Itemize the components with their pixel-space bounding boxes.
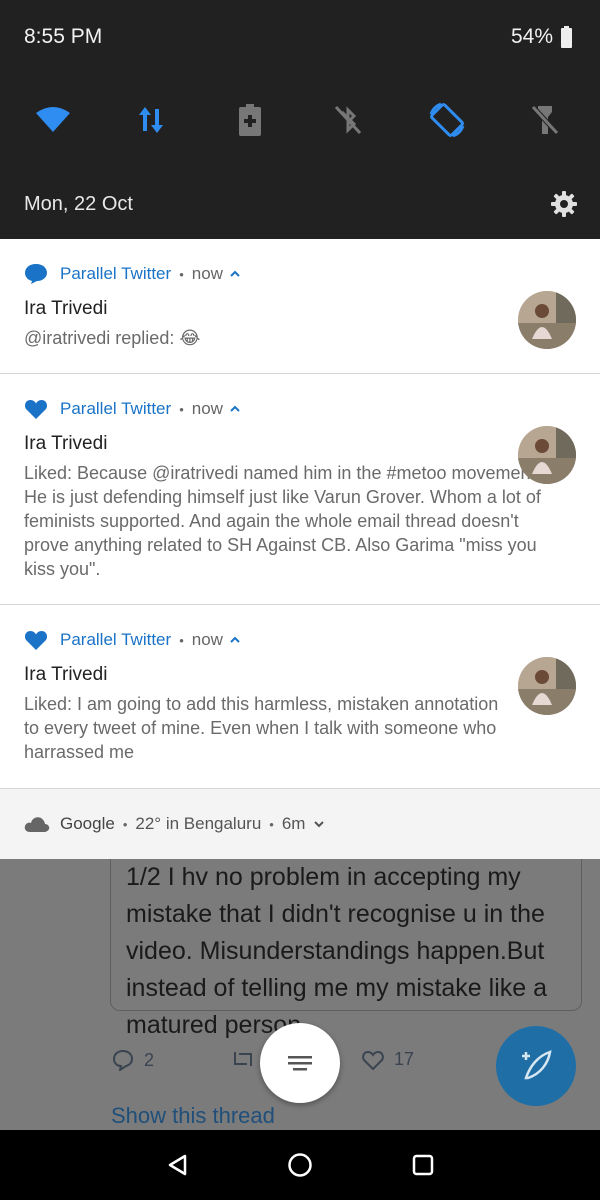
avatar [518, 657, 576, 715]
notification-title: Ira Trivedi [24, 298, 108, 319]
timeline-menu-button[interactable] [260, 1023, 340, 1103]
reply-button[interactable]: 2 [112, 1049, 154, 1071]
back-triangle-icon [168, 1154, 187, 1176]
google-app-name: Google [60, 814, 115, 833]
quick-settings-shade: 8:55 PM 54% Mon, 22 Oct [0, 0, 600, 239]
status-battery: 54% [511, 25, 572, 49]
heart-icon [24, 631, 48, 650]
notification-card[interactable]: Parallel Twitter • now Ira Trivedi @irat… [0, 239, 600, 374]
separator-dot: • [122, 816, 128, 832]
retweet-icon [234, 1052, 252, 1066]
notification-app-name: Parallel Twitter [60, 399, 172, 418]
separator-dot: • [179, 632, 184, 648]
notification-app-name: Parallel Twitter [60, 264, 172, 283]
notification-title: Ira Trivedi [24, 664, 108, 685]
separator-dot: • [269, 816, 274, 832]
notification-time: now [191, 630, 223, 649]
avatar [518, 291, 576, 349]
cloud-icon [24, 817, 50, 832]
notification-time: now [191, 264, 223, 283]
chevron-down-icon[interactable] [313, 818, 325, 830]
battery-percent: 54% [510, 25, 553, 48]
wifi-toggle[interactable] [28, 95, 78, 145]
battery-saver-toggle[interactable] [225, 95, 275, 145]
bluetooth-off-icon [334, 105, 362, 135]
separator-dot: • [179, 266, 184, 282]
notification-card[interactable]: Parallel Twitter • now Ira Trivedi Liked… [0, 374, 600, 605]
nav-back-button[interactable] [162, 1149, 194, 1181]
mobile-data-icon [139, 107, 163, 133]
notification-card[interactable]: Parallel Twitter • now Ira Trivedi Liked… [0, 605, 600, 789]
chevron-up-icon[interactable] [229, 634, 241, 646]
mobile-data-toggle[interactable] [126, 95, 176, 145]
notification-body: Liked: I am going to add this harmless, … [24, 694, 499, 762]
notification-header: Parallel Twitter • now [24, 396, 241, 422]
gear-icon [551, 191, 577, 217]
retweet-button[interactable] [230, 1049, 256, 1069]
menu-lines-icon [288, 1056, 312, 1071]
heart-outline-icon [362, 1050, 384, 1070]
like-count: 17 [394, 1049, 415, 1069]
wifi-icon [36, 107, 70, 132]
quoted-tweet-text: 1/2 I hv no problem in accepting my mist… [126, 863, 548, 1039]
recents-square-icon [412, 1154, 434, 1176]
reply-count: 2 [144, 1049, 155, 1070]
shade-date: Mon, 22 Oct [24, 193, 133, 215]
quick-settings-row [0, 95, 600, 145]
notification-body: Liked: Because @iratrivedi named him in … [24, 463, 541, 579]
notification-body: @iratrivedi replied: 😂 [24, 328, 201, 348]
avatar [518, 426, 576, 484]
separator-dot: • [179, 401, 184, 417]
nav-home-button[interactable] [284, 1149, 316, 1181]
notification-title: Ira Trivedi [24, 433, 108, 454]
show-thread-link[interactable]: Show this thread [111, 1103, 275, 1129]
weather-text: 22° in Bengaluru [135, 814, 262, 833]
status-time: 8:55 PM [24, 25, 103, 48]
bluetooth-toggle[interactable] [323, 95, 373, 145]
home-circle-icon [288, 1153, 312, 1177]
google-notification-time: 6m [281, 814, 306, 833]
google-weather-notification[interactable]: Google • 22° in Bengaluru • 6m [0, 789, 600, 859]
chevron-up-icon[interactable] [229, 268, 241, 280]
navigation-bar [0, 1130, 600, 1200]
notification-app-name: Parallel Twitter [60, 630, 172, 649]
chevron-up-icon[interactable] [229, 403, 241, 415]
auto-rotate-icon [429, 102, 465, 138]
reply-bubble-icon [25, 264, 47, 284]
battery-icon [561, 26, 572, 48]
nav-recents-button[interactable] [407, 1149, 439, 1181]
heart-icon [24, 400, 48, 419]
flashlight-off-icon [531, 105, 559, 135]
like-button[interactable]: 17 [362, 1049, 414, 1070]
compose-tweet-button[interactable] [496, 1026, 576, 1106]
reply-icon [112, 1049, 134, 1071]
notification-header: Parallel Twitter • now [24, 627, 241, 653]
compose-feather-icon [522, 1050, 552, 1080]
settings-button[interactable] [550, 190, 578, 218]
auto-rotate-toggle[interactable] [422, 95, 472, 145]
notification-header: Parallel Twitter • now [24, 261, 241, 287]
battery-saver-icon [239, 104, 261, 136]
notification-time: now [191, 399, 223, 418]
flashlight-toggle[interactable] [520, 95, 570, 145]
